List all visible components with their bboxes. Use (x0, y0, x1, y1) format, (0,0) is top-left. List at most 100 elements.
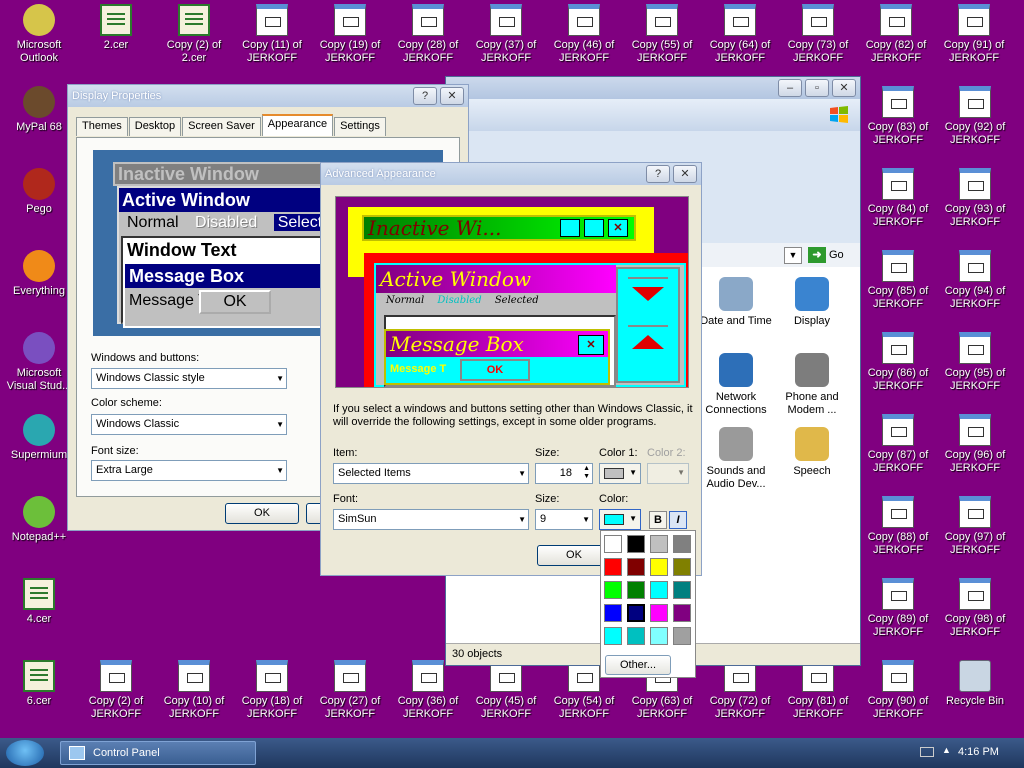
desktop-icon[interactable]: Microsoft Visual Stud... (1, 332, 77, 393)
desktop-icon[interactable]: Copy (64) of JERKOFF (702, 4, 778, 65)
desktop-icon[interactable]: Copy (19) of JERKOFF (312, 4, 388, 65)
size-stepper[interactable]: 18 ▲ ▼ (535, 463, 593, 484)
desktop-icon[interactable]: Copy (28) of JERKOFF (390, 4, 466, 65)
cp-item[interactable]: Sounds and Audio Dev... (700, 427, 772, 491)
color-swatch[interactable] (650, 558, 668, 576)
cp-item[interactable]: Phone and Modem ... (776, 353, 848, 417)
desktop-icon[interactable]: Copy (92) of JERKOFF (937, 86, 1013, 147)
cp-item[interactable]: Speech (776, 427, 848, 478)
color-swatch[interactable] (627, 535, 645, 553)
color-swatch[interactable] (627, 558, 645, 576)
desktop-icon[interactable]: Copy (90) of JERKOFF (860, 660, 936, 721)
color-swatch[interactable] (673, 627, 691, 645)
desktop-icon[interactable]: Copy (95) of JERKOFF (937, 332, 1013, 393)
desktop-icon[interactable]: Supermium (1, 414, 77, 462)
desktop-icon[interactable]: Copy (88) of JERKOFF (860, 496, 936, 557)
cp-item[interactable]: Display (776, 277, 848, 328)
desktop-icon[interactable]: 6.cer (1, 660, 77, 708)
desktop-icon[interactable]: Pego (1, 168, 77, 216)
desktop-icon[interactable]: Copy (36) of JERKOFF (390, 660, 466, 721)
color-swatch[interactable] (650, 604, 668, 622)
desktop-icon[interactable]: Copy (91) of JERKOFF (936, 4, 1012, 65)
desktop-icon[interactable]: Copy (55) of JERKOFF (624, 4, 700, 65)
desktop-icon[interactable]: Copy (81) of JERKOFF (780, 660, 856, 721)
desktop-icon[interactable]: Copy (2) of JERKOFF (78, 660, 154, 721)
keyboard-icon[interactable] (920, 747, 934, 757)
tab-settings[interactable]: Settings (334, 117, 386, 136)
color-swatch[interactable] (650, 581, 668, 599)
desktop-icon[interactable]: Recycle Bin (937, 660, 1013, 708)
desktop-icon[interactable]: Copy (84) of JERKOFF (860, 168, 936, 229)
desktop-icon[interactable]: Notepad++ (1, 496, 77, 544)
desktop-icon[interactable]: Copy (82) of JERKOFF (858, 4, 934, 65)
desktop-icon[interactable]: Copy (89) of JERKOFF (860, 578, 936, 639)
color-swatch[interactable] (673, 558, 691, 576)
desktop-icon[interactable]: 4.cer (1, 578, 77, 626)
tab-themes[interactable]: Themes (76, 117, 128, 136)
tab-appearance[interactable]: Appearance (261, 114, 334, 136)
color-swatch[interactable] (626, 603, 646, 623)
font-select[interactable]: SimSun ▼ (333, 509, 529, 530)
desktop-icon[interactable]: 2.cer (78, 4, 154, 52)
color-swatch[interactable] (604, 581, 622, 599)
desktop-icon[interactable]: Copy (97) of JERKOFF (937, 496, 1013, 557)
desktop-icon[interactable]: Copy (37) of JERKOFF (468, 4, 544, 65)
font-color-picker[interactable]: ▼ (599, 509, 641, 530)
tab-screen-saver[interactable]: Screen Saver (182, 117, 261, 136)
color-swatch[interactable] (673, 581, 691, 599)
help-button[interactable]: ? (413, 87, 437, 105)
desktop-icon[interactable]: Copy (93) of JERKOFF (937, 168, 1013, 229)
tab-desktop[interactable]: Desktop (128, 117, 182, 136)
desktop-icon[interactable]: Copy (96) of JERKOFF (937, 414, 1013, 475)
desktop-icon[interactable]: Copy (72) of JERKOFF (702, 660, 778, 721)
font-size-select[interactable]: Extra Large ▼ (91, 460, 287, 481)
stepper-arrows-icon[interactable]: ▲ ▼ (583, 465, 590, 481)
close-button[interactable]: ✕ (440, 87, 464, 105)
desktop-icon[interactable]: Copy (11) of JERKOFF (234, 4, 310, 65)
bold-button[interactable]: B (649, 511, 667, 529)
color-swatch[interactable] (604, 604, 622, 622)
color1-picker[interactable]: ▼ (599, 463, 641, 484)
start-button[interactable] (6, 740, 44, 766)
desktop-icon[interactable]: Copy (94) of JERKOFF (937, 250, 1013, 311)
desktop-icon[interactable]: MyPal 68 (1, 86, 77, 134)
desktop-icon[interactable]: Copy (45) of JERKOFF (468, 660, 544, 721)
color-swatch[interactable] (627, 627, 645, 645)
color-swatch[interactable] (604, 627, 622, 645)
desktop-icon[interactable]: Copy (2) of 2.cer (156, 4, 232, 65)
color-swatch[interactable] (604, 558, 622, 576)
desktop-icon[interactable]: Everything (1, 250, 77, 298)
desktop-icon[interactable]: Copy (87) of JERKOFF (860, 414, 936, 475)
item-select[interactable]: Selected Items ▼ (333, 463, 529, 484)
color-swatch[interactable] (673, 604, 691, 622)
go-button[interactable]: ➜ Go (808, 247, 844, 263)
desktop-icon[interactable]: Microsoft Outlook (1, 4, 77, 65)
color-swatch[interactable] (650, 627, 668, 645)
cp-item[interactable]: Network Connections (700, 353, 772, 417)
color-swatch[interactable] (650, 535, 668, 553)
close-button[interactable]: ✕ (673, 165, 697, 183)
desktop-icon[interactable]: Copy (18) of JERKOFF (234, 660, 310, 721)
desktop-icon[interactable]: Copy (73) of JERKOFF (780, 4, 856, 65)
desktop-icon[interactable]: Copy (98) of JERKOFF (937, 578, 1013, 639)
desktop-icon[interactable]: Copy (83) of JERKOFF (860, 86, 936, 147)
italic-button[interactable]: I (669, 511, 687, 529)
show-hidden-icons-icon[interactable]: ▲ (942, 745, 951, 755)
clock[interactable]: 4:16 PM (958, 746, 999, 758)
windows-buttons-select[interactable]: Windows Classic style ▼ (91, 368, 287, 389)
color-scheme-select[interactable]: Windows Classic ▼ (91, 414, 287, 435)
other-color-button[interactable]: Other... (605, 655, 671, 675)
ok-button[interactable]: OK (225, 503, 299, 524)
advanced-preview[interactable]: Inactive Wi... ✕ Active Window Normal Di… (335, 196, 689, 388)
maximize-button[interactable]: ▫ (805, 79, 829, 97)
desktop-icon[interactable]: Copy (85) of JERKOFF (860, 250, 936, 311)
address-dropdown-button[interactable]: ▼ (784, 247, 802, 264)
desktop-icon[interactable]: Copy (86) of JERKOFF (860, 332, 936, 393)
color-swatch[interactable] (627, 581, 645, 599)
close-button[interactable]: ✕ (832, 79, 856, 97)
desktop-icon[interactable]: Copy (10) of JERKOFF (156, 660, 232, 721)
color-swatch[interactable] (673, 535, 691, 553)
cp-item[interactable]: Date and Time (700, 277, 772, 328)
minimize-button[interactable]: – (778, 79, 802, 97)
desktop-icon[interactable]: Copy (46) of JERKOFF (546, 4, 622, 65)
